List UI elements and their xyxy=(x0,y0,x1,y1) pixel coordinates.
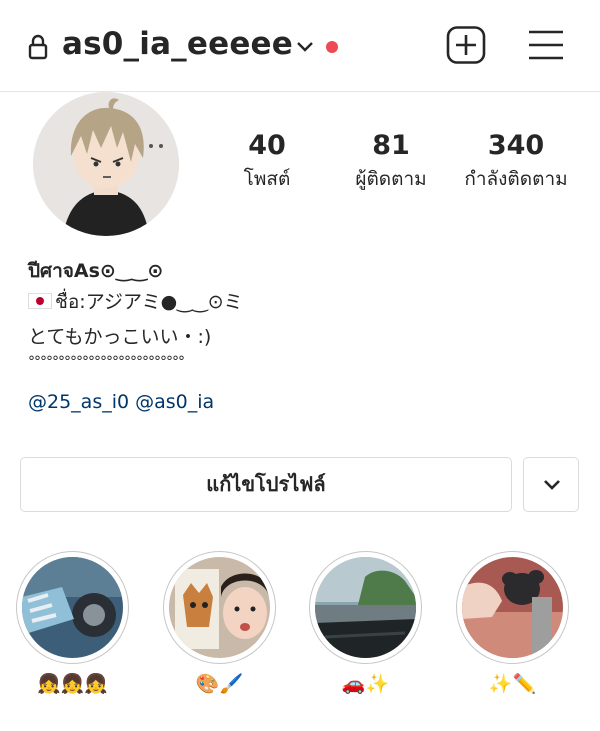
add-post-icon[interactable] xyxy=(446,26,486,64)
notification-dot xyxy=(326,41,338,53)
highlight-cover xyxy=(462,557,563,658)
highlight-cover xyxy=(169,557,270,658)
menu-icon[interactable] xyxy=(527,29,565,61)
chevron-down-icon xyxy=(544,480,560,490)
japan-flag-icon xyxy=(28,293,52,309)
highlight-cover xyxy=(22,557,123,658)
story-highlight-3[interactable]: 🚗✨ xyxy=(308,551,423,696)
highlight-caption: 🎨🖌️ xyxy=(195,673,244,695)
highlight-caption: 🚗✨ xyxy=(341,673,390,695)
avatar-image xyxy=(33,92,179,236)
posts-value: 40 xyxy=(248,130,286,161)
lock-icon xyxy=(28,34,48,60)
profile-avatar[interactable] xyxy=(33,92,179,236)
bio-line-name: ชื่อ:アジアミ●‿‿⊙ミ xyxy=(28,287,243,317)
highlight-ring xyxy=(456,551,569,664)
top-bar: as0_ia_eeeee xyxy=(0,0,600,92)
highlight-caption: ✨✏️ xyxy=(488,673,537,695)
followers-value: 81 xyxy=(372,130,410,161)
bio-line-3: °°°°°°°°°°°°°°°°°°°°°°°°°° xyxy=(28,354,185,370)
highlight-ring xyxy=(163,551,276,664)
following-label: กำลังติดตาม xyxy=(464,168,568,190)
followers-label: ผู้ติดตาม xyxy=(355,168,427,190)
highlight-caption: 👧👧👧 xyxy=(37,673,108,695)
posts-count[interactable]: 40 โพสต์ xyxy=(226,128,308,194)
bio-mentions-link[interactable]: @25_as_i0 @as0_ia xyxy=(28,391,214,413)
following-count[interactable]: 340 กำลังติดตาม xyxy=(456,128,576,194)
profile-display-name: ปีศาจAs⊙‿‿⊙ xyxy=(28,260,164,282)
followers-count[interactable]: 81 ผู้ติดตาม xyxy=(338,128,444,194)
suggested-accounts-button[interactable] xyxy=(523,457,579,512)
following-value: 340 xyxy=(487,130,545,161)
bio-line-2: とてもかっこいい・:) xyxy=(28,326,212,348)
username-switcher[interactable]: as0_ia_eeeee xyxy=(62,26,293,62)
highlight-ring xyxy=(309,551,422,664)
story-highlight-2[interactable]: 🎨🖌️ xyxy=(162,551,277,696)
highlight-ring xyxy=(16,551,129,664)
story-highlight-4[interactable]: ✨✏️ xyxy=(455,551,570,696)
story-highlight-1[interactable]: 👧👧👧 xyxy=(15,551,130,696)
bio-line-1-text: ชื่อ:アジアミ●‿‿⊙ミ xyxy=(55,291,243,313)
edit-profile-button[interactable]: แก้ไขโปรไฟล์ xyxy=(20,457,512,512)
posts-label: โพสต์ xyxy=(243,168,291,190)
chevron-down-icon[interactable] xyxy=(296,40,314,54)
highlight-cover xyxy=(315,557,416,658)
